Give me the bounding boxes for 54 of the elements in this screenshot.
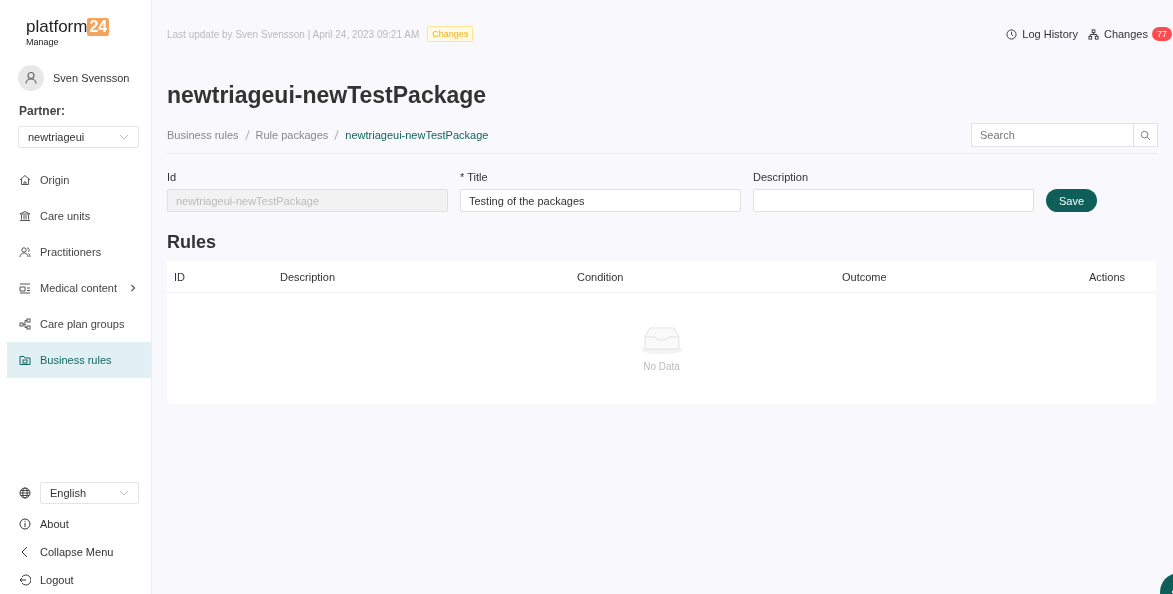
nav-item[interactable]: Origin [0, 162, 151, 198]
list-icon [19, 282, 31, 294]
user-name: Sven Svensson [53, 72, 130, 84]
input-field[interactable] [753, 189, 1034, 212]
field-label: Id [167, 171, 177, 183]
caret-down-icon [119, 134, 129, 140]
globe-icon [19, 487, 31, 499]
folder-icon [19, 354, 31, 366]
clock-icon [1006, 28, 1018, 40]
caret-down-icon [119, 490, 129, 496]
search-field[interactable]: Search [971, 123, 1134, 147]
column-header: ID [174, 270, 186, 283]
user-avatar-icon [18, 65, 44, 91]
logout-icon [19, 574, 31, 586]
nav-item[interactable]: Care plan groups [0, 306, 151, 342]
input-field[interactable]: Testing of the packages [460, 189, 741, 212]
section-heading: Rules [167, 232, 218, 253]
nav-item[interactable]: Medical content [0, 270, 151, 306]
sidebar-link[interactable]: About [19, 510, 69, 538]
save-button[interactable]: Save [1046, 189, 1098, 212]
logo: platform24 Manage [26, 17, 110, 47]
field-label: Description [753, 171, 809, 183]
changes-link[interactable]: Changes [1087, 28, 1148, 40]
breadcrumb-item[interactable]: Business rules [167, 129, 239, 141]
field-label: * Title [460, 171, 488, 183]
hierarchy-icon [19, 318, 31, 330]
sidebar-link[interactable]: Logout [19, 566, 74, 594]
nav-item[interactable]: Business rules [7, 342, 151, 378]
last-update-text: Last update by Sven Svensson | April 24, 2023 09:21 AM [167, 28, 420, 40]
breadcrumb-item[interactable]: Rule packages [255, 129, 329, 141]
search-icon [1140, 129, 1151, 141]
sidebar-link[interactable]: Collapse Menu [19, 538, 114, 566]
column-header: Description [280, 270, 337, 283]
partner-select[interactable]: newtriageui [18, 126, 139, 148]
column-header: Outcome [842, 270, 888, 283]
people-icon [19, 246, 31, 258]
log-history-link[interactable]: Log History [1006, 28, 1078, 40]
search-button[interactable] [1134, 123, 1158, 147]
column-header: Condition [577, 270, 625, 283]
info-icon [19, 518, 31, 530]
nav-item[interactable]: Practitioners [0, 234, 151, 270]
hierarchy-icon [1087, 28, 1099, 40]
changes-tag: Changes [427, 26, 474, 42]
changes-count-badge: 77 [1152, 27, 1172, 41]
empty-inbox-icon [638, 325, 685, 355]
column-header: Actions [1088, 270, 1125, 283]
page-title: newtriageui-newTestPackage [167, 82, 488, 109]
partner-label: Partner: [19, 104, 66, 118]
breadcrumb-item[interactable]: newtriageui-newTestPackage [345, 129, 489, 141]
empty-state-text: No Data [643, 361, 680, 372]
bank-icon [19, 210, 31, 222]
nav-item[interactable]: Care units [0, 198, 151, 234]
house-icon [19, 174, 31, 186]
language-select[interactable]: English [40, 482, 139, 504]
